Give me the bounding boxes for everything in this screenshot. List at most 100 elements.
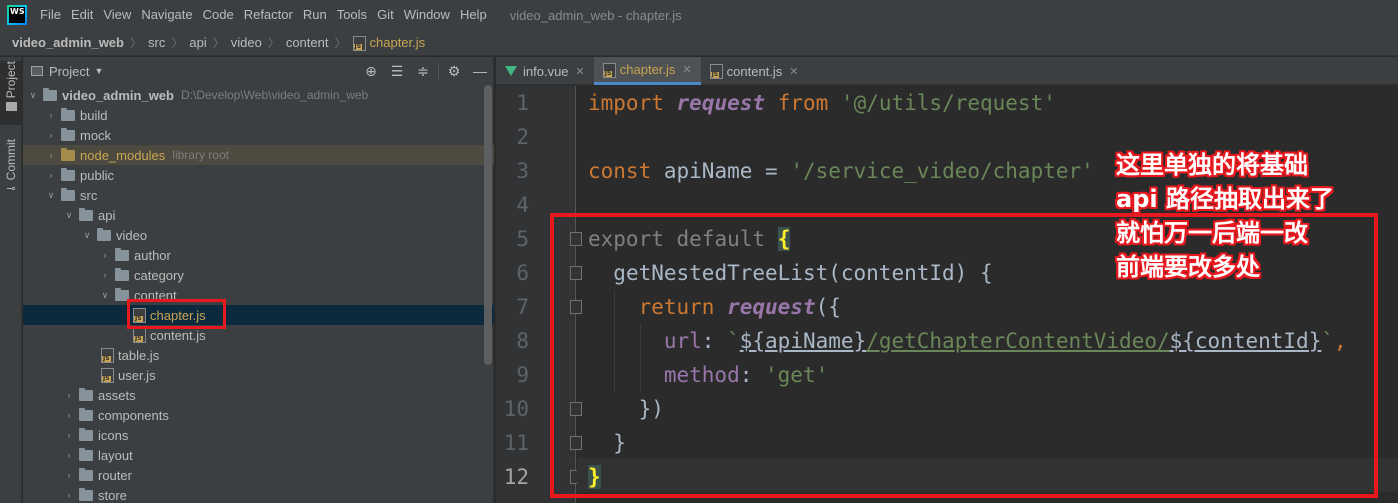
tree-item-public[interactable]: › public <box>23 165 494 185</box>
annotation-line: 就怕万一后端一改 <box>1116 219 1308 247</box>
line-number: 5 <box>516 227 529 251</box>
breadcrumb-item-content[interactable]: content <box>286 35 329 50</box>
tree-item-content-js[interactable]: content.js <box>23 325 494 345</box>
tree-item-store[interactable]: › store <box>23 485 494 503</box>
gear-icon[interactable]: ⚙ <box>441 63 467 80</box>
tab-info-vue[interactable]: info.vue ✕ <box>496 57 594 85</box>
chevron-down-icon[interactable]: ∨ <box>63 210 75 221</box>
close-icon[interactable]: ✕ <box>789 65 798 78</box>
project-tree: ∨ video_admin_web D:\Develop\Web\video_a… <box>23 85 494 503</box>
tree-item-category[interactable]: › category <box>23 265 494 285</box>
chevron-down-icon[interactable]: ∨ <box>99 290 111 301</box>
commit-tool-tab[interactable]: Commit ⊸ <box>0 139 22 203</box>
close-icon[interactable]: ✕ <box>576 65 585 78</box>
code-line: import request from '@/utils/request' <box>588 91 1056 115</box>
menu-help[interactable]: Help <box>455 0 492 30</box>
tree-item-chapter-js[interactable]: chapter.js <box>23 305 494 325</box>
menu-navigate[interactable]: Navigate <box>136 0 197 30</box>
chevron-right-icon[interactable]: › <box>63 450 75 460</box>
chevron-down-icon[interactable]: ∨ <box>81 230 93 241</box>
chevron-right-icon[interactable]: › <box>45 130 57 140</box>
tree-item-author[interactable]: › author <box>23 245 494 265</box>
breadcrumb-item-video[interactable]: video <box>231 35 262 50</box>
tree-item-path: D:\Develop\Web\video_admin_web <box>180 88 369 102</box>
menu-view[interactable]: View <box>98 0 136 30</box>
tree-item-user-js[interactable]: user.js <box>23 365 494 385</box>
tree-item-label: layout <box>98 447 133 463</box>
chevron-right-icon[interactable]: › <box>63 490 75 500</box>
commit-icon: ⊸ <box>6 183 16 196</box>
menu-code[interactable]: Code <box>198 0 239 30</box>
menu-refactor[interactable]: Refactor <box>239 0 298 30</box>
breadcrumb-item-src[interactable]: src <box>148 35 165 50</box>
folder-icon <box>79 467 93 481</box>
js-file-icon <box>352 35 366 51</box>
line-number: 1 <box>516 91 529 115</box>
tree-item-video[interactable]: ∨ video <box>23 225 494 245</box>
annotation-line: api 路径抽取出来了 <box>1116 185 1334 213</box>
chevron-right-icon[interactable]: › <box>99 250 111 260</box>
breadcrumb-item-file[interactable]: chapter.js <box>370 35 426 50</box>
breadcrumb-separator: 〉 <box>212 36 225 50</box>
tree-item-src[interactable]: ∨ src <box>23 185 494 205</box>
breadcrumb-item-api[interactable]: api <box>189 35 206 50</box>
js-file-icon <box>101 368 114 383</box>
chevron-down-icon[interactable]: ∨ <box>45 190 57 201</box>
tree-item-node-modules[interactable]: › node_modules library root <box>23 145 494 165</box>
tree-item-mock[interactable]: › mock <box>23 125 494 145</box>
breadcrumb: video_admin_web 〉 src 〉 api 〉 video 〉 co… <box>0 30 1398 56</box>
tree-item-label: user.js <box>118 367 156 383</box>
line-number: 10 <box>503 397 529 421</box>
tree-item-icons[interactable]: › icons <box>23 425 494 445</box>
tree-item-api[interactable]: ∨ api <box>23 205 494 225</box>
expand-all-icon[interactable]: ☰ <box>384 63 410 80</box>
tree-item-label: components <box>98 407 169 423</box>
menu-file[interactable]: File <box>35 0 66 30</box>
tree-item-components[interactable]: › components <box>23 405 494 425</box>
tree-item-table-js[interactable]: table.js <box>23 345 494 365</box>
chevron-right-icon[interactable]: › <box>45 150 57 160</box>
chevron-right-icon[interactable]: › <box>45 110 57 120</box>
chevron-down-icon[interactable]: ▼ <box>94 66 103 76</box>
breadcrumb-item-project[interactable]: video_admin_web <box>12 35 124 50</box>
tree-item-router[interactable]: › router <box>23 465 494 485</box>
tree-item-label: mock <box>80 127 112 143</box>
minimize-icon[interactable]: — <box>467 63 493 79</box>
webstorm-logo-icon[interactable]: WS <box>7 5 27 25</box>
folder-icon <box>61 187 75 201</box>
menu-tools[interactable]: Tools <box>332 0 372 30</box>
target-icon[interactable]: ⊕ <box>358 63 384 80</box>
chevron-right-icon[interactable]: › <box>63 410 75 420</box>
chevron-right-icon[interactable]: › <box>63 390 75 400</box>
menu-window[interactable]: Window <box>399 0 455 30</box>
chevron-right-icon[interactable]: › <box>45 170 57 180</box>
tree-item-build[interactable]: › build <box>23 105 494 125</box>
folder-icon <box>115 247 129 261</box>
folder-icon <box>79 427 93 441</box>
annotation-text: 这里单独的将基础 api 路径抽取出来了 就怕万一后端一改 前端要改多处 <box>1116 148 1386 284</box>
menu-edit[interactable]: Edit <box>66 0 98 30</box>
menu-run[interactable]: Run <box>298 0 332 30</box>
tab-label: info.vue <box>523 63 569 79</box>
chevron-down-icon[interactable]: ∨ <box>27 90 39 101</box>
code-line: const apiName = '/service_video/chapter' <box>588 159 1094 183</box>
project-scrollbar[interactable] <box>484 85 492 365</box>
folder-icon <box>115 267 129 281</box>
library-folder-icon <box>61 147 75 161</box>
menu-git[interactable]: Git <box>372 0 399 30</box>
line-number: 4 <box>516 193 529 217</box>
project-panel-title[interactable]: Project <box>49 64 89 79</box>
tab-content-js[interactable]: content.js ✕ <box>701 57 808 85</box>
tree-item-layout[interactable]: › layout <box>23 445 494 465</box>
tab-chapter-js[interactable]: chapter.js ✕ <box>593 57 701 85</box>
folder-icon <box>5 102 17 112</box>
tree-item-assets[interactable]: › assets <box>23 385 494 405</box>
chevron-right-icon[interactable]: › <box>63 470 75 480</box>
chevron-right-icon[interactable]: › <box>99 270 111 280</box>
project-tool-tab[interactable]: Project <box>0 61 22 125</box>
tree-item-content[interactable]: ∨ content <box>23 285 494 305</box>
collapse-all-icon[interactable]: ≑ <box>410 63 436 80</box>
close-icon[interactable]: ✕ <box>682 63 691 76</box>
tree-item-root[interactable]: ∨ video_admin_web D:\Develop\Web\video_a… <box>23 85 494 105</box>
chevron-right-icon[interactable]: › <box>63 430 75 440</box>
